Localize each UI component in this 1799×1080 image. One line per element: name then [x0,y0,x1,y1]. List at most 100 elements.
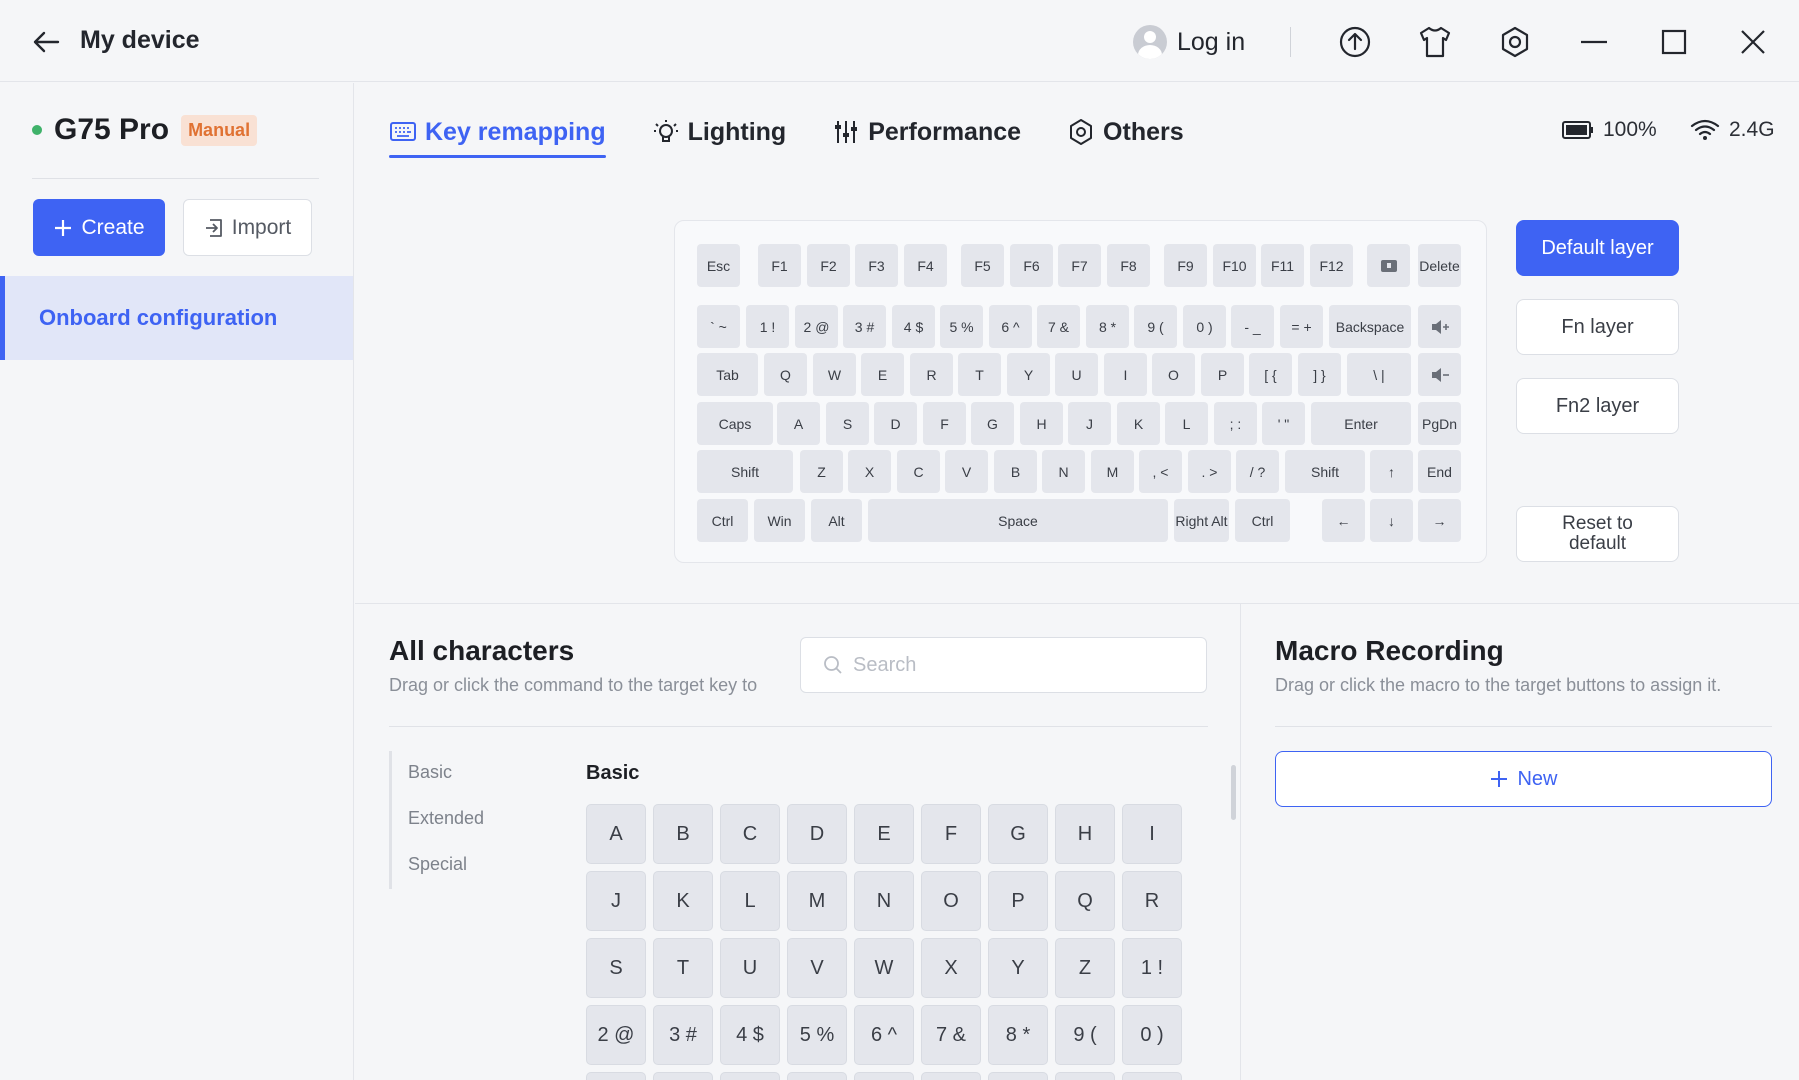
sidebar-item-onboard-configuration[interactable]: Onboard configuration [0,276,353,360]
key-f6[interactable]: F6 [1010,244,1053,287]
char-key[interactable]: M [787,871,847,931]
char-key[interactable]: V [787,938,847,998]
key-e[interactable]: E [861,353,904,396]
char-key[interactable]: D [787,804,847,864]
settings-hex-icon[interactable] [1493,20,1537,64]
char-key[interactable] [720,1072,780,1080]
char-key[interactable]: I [1122,804,1182,864]
char-key[interactable]: C [720,804,780,864]
char-key[interactable]: H [1055,804,1115,864]
key-g[interactable]: G [971,402,1014,445]
char-key[interactable] [988,1072,1048,1080]
tab-lighting[interactable]: Lighting [652,112,786,152]
tshirt-icon[interactable] [1413,20,1457,64]
key-caps[interactable]: Caps [697,402,773,445]
key-quote[interactable]: ' " [1262,402,1305,445]
maximize-icon[interactable] [1652,20,1696,64]
key-f10[interactable]: F10 [1213,244,1256,287]
upload-icon[interactable] [1333,20,1377,64]
key-tab[interactable]: Tab [697,353,758,396]
char-key[interactable]: O [921,871,981,931]
key-arrow-right[interactable]: → [1418,499,1461,542]
key-0[interactable]: 0 ) [1183,305,1226,348]
key-left-shift[interactable]: Shift [697,450,793,493]
char-key[interactable]: 8 * [988,1005,1048,1065]
key-arrow-down[interactable]: ↓ [1370,499,1413,542]
key-win[interactable]: Win [754,499,805,542]
key-backspace[interactable]: Backspace [1329,305,1411,348]
char-key[interactable]: X [921,938,981,998]
key-pgdn[interactable]: PgDn [1418,402,1461,445]
key-f7[interactable]: F7 [1058,244,1101,287]
char-key[interactable] [854,1072,914,1080]
key-f2[interactable]: F2 [807,244,850,287]
default-layer-button[interactable]: Default layer [1516,220,1679,276]
search-input[interactable] [853,653,1193,677]
key-volume-up[interactable] [1418,305,1461,348]
back-arrow-icon[interactable] [28,24,64,60]
key-u[interactable]: U [1055,353,1098,396]
char-key[interactable]: U [720,938,780,998]
key-9[interactable]: 9 ( [1134,305,1177,348]
char-key[interactable]: L [720,871,780,931]
char-key[interactable] [1055,1072,1115,1080]
char-key[interactable]: R [1122,871,1182,931]
tab-others[interactable]: Others [1067,112,1184,152]
key-m[interactable]: M [1091,450,1134,493]
char-key[interactable] [787,1072,847,1080]
key-left-ctrl[interactable]: Ctrl [697,499,748,542]
key-f4[interactable]: F4 [904,244,947,287]
key-end[interactable]: End [1418,450,1461,493]
category-basic[interactable]: Basic [408,762,452,783]
key-y[interactable]: Y [1007,353,1050,396]
key-enter[interactable]: Enter [1311,402,1411,445]
key-r[interactable]: R [910,353,953,396]
new-macro-button[interactable]: New [1275,751,1772,807]
char-key[interactable]: S [586,938,646,998]
char-key[interactable]: 3 # [653,1005,713,1065]
create-button[interactable]: Create [33,199,165,256]
key-minus[interactable]: - _ [1231,305,1274,348]
char-key[interactable]: T [653,938,713,998]
char-key[interactable]: F [921,804,981,864]
char-key[interactable]: 0 ) [1122,1005,1182,1065]
key-p[interactable]: P [1201,353,1244,396]
key-volume-down[interactable] [1418,353,1461,396]
key-a[interactable]: A [777,402,820,445]
key-f9[interactable]: F9 [1164,244,1207,287]
key-j[interactable]: J [1068,402,1111,445]
key-right-ctrl[interactable]: Ctrl [1235,499,1290,542]
char-key[interactable] [921,1072,981,1080]
key-5[interactable]: 5 % [940,305,983,348]
key-arrow-up[interactable]: ↑ [1370,450,1413,493]
key-d[interactable]: D [874,402,917,445]
search-box[interactable] [800,637,1207,693]
tab-performance[interactable]: Performance [832,112,1021,152]
key-q[interactable]: Q [764,353,807,396]
char-key[interactable]: 5 % [787,1005,847,1065]
category-special[interactable]: Special [408,854,467,875]
char-key[interactable] [1122,1072,1182,1080]
char-key[interactable] [653,1072,713,1080]
char-key[interactable]: 1 ! [1122,938,1182,998]
char-key[interactable]: Z [1055,938,1115,998]
key-right-bracket[interactable]: ] } [1298,353,1341,396]
char-key[interactable]: 7 & [921,1005,981,1065]
fn-layer-button[interactable]: Fn layer [1516,299,1679,355]
scrollbar[interactable] [1231,765,1236,820]
tab-key-remapping[interactable]: Key remapping [389,112,606,158]
key-right-alt[interactable]: Right Alt [1174,499,1229,542]
char-key[interactable]: E [854,804,914,864]
char-key[interactable]: Y [988,938,1048,998]
key-slash[interactable]: / ? [1236,450,1279,493]
key-lock[interactable] [1367,244,1410,287]
key-3[interactable]: 3 # [843,305,886,348]
key-i[interactable]: I [1104,353,1147,396]
key-f[interactable]: F [923,402,966,445]
key-arrow-left[interactable]: ← [1322,499,1365,542]
reset-to-default-button[interactable]: Reset to default [1516,506,1679,562]
key-f5[interactable]: F5 [961,244,1004,287]
char-key[interactable]: K [653,871,713,931]
key-comma[interactable]: , < [1139,450,1182,493]
minimize-icon[interactable] [1572,20,1616,64]
